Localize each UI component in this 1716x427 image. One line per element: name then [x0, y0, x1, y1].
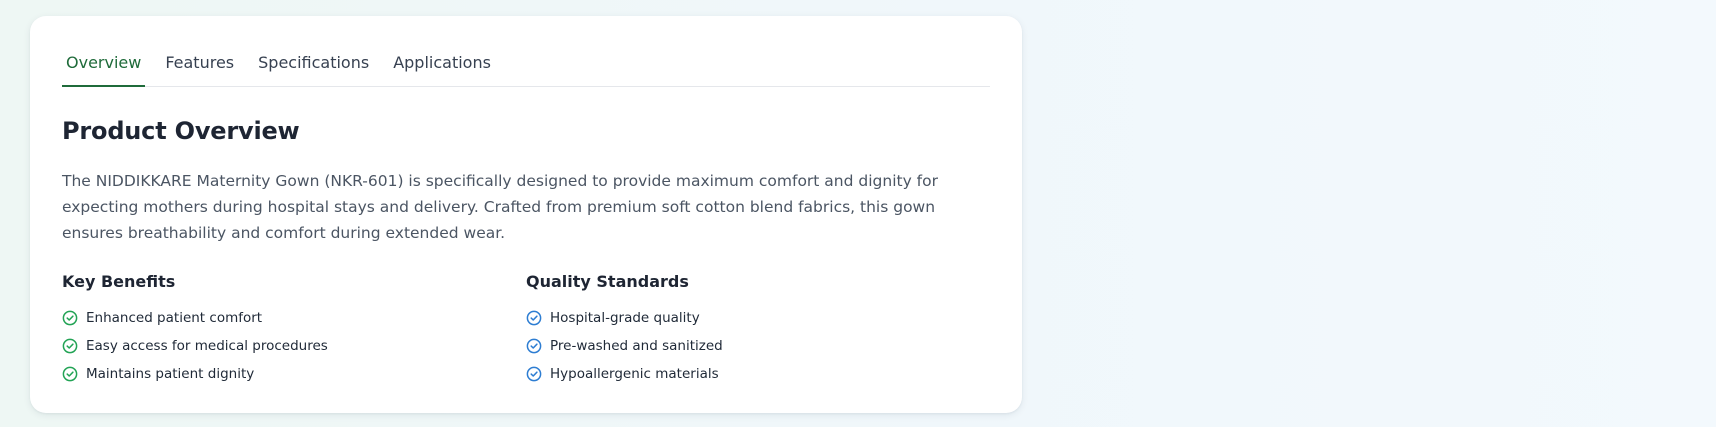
key-benefits-list: Enhanced patient comfort Easy access for…: [62, 304, 526, 388]
list-item: Enhanced patient comfort: [62, 304, 526, 332]
list-item: Pre-washed and sanitized: [526, 332, 990, 360]
check-circle-icon: [526, 366, 542, 382]
product-info-card: Overview Features Specifications Applica…: [30, 16, 1022, 413]
list-item-label: Easy access for medical procedures: [86, 338, 328, 354]
quality-standards-title: Quality Standards: [526, 272, 689, 291]
list-item-label: Hypoallergenic materials: [550, 366, 719, 382]
tab-applications[interactable]: Applications: [389, 53, 495, 86]
quality-standards-list: Hospital-grade quality Pre-washed and sa…: [526, 304, 990, 388]
tab-overview[interactable]: Overview: [62, 53, 146, 87]
section-title: Product Overview: [62, 117, 300, 145]
key-benefits-column: Key Benefits Enhanced patient comfort Ea…: [62, 272, 526, 388]
check-circle-icon: [62, 366, 78, 382]
benefits-standards-columns: Key Benefits Enhanced patient comfort Ea…: [62, 272, 990, 388]
tab-features[interactable]: Features: [161, 53, 238, 86]
list-item-label: Maintains patient dignity: [86, 366, 255, 382]
quality-standards-column: Quality Standards Hospital-grade quality: [526, 272, 990, 388]
list-item-label: Hospital-grade quality: [550, 310, 700, 326]
list-item: Hospital-grade quality: [526, 304, 990, 332]
list-item-label: Enhanced patient comfort: [86, 310, 263, 326]
check-circle-icon: [526, 310, 542, 326]
tab-specifications[interactable]: Specifications: [254, 53, 373, 86]
list-item-label: Pre-washed and sanitized: [550, 338, 723, 354]
list-item: Hypoallergenic materials: [526, 360, 990, 388]
check-circle-icon: [62, 338, 78, 354]
tab-bar: Overview Features Specifications Applica…: [62, 16, 990, 87]
check-circle-icon: [62, 310, 78, 326]
check-circle-icon: [526, 338, 542, 354]
list-item: Easy access for medical procedures: [62, 332, 526, 360]
key-benefits-title: Key Benefits: [62, 272, 176, 291]
list-item: Maintains patient dignity: [62, 360, 526, 388]
product-description: The NIDDIKKARE Maternity Gown (NKR-601) …: [62, 172, 938, 242]
